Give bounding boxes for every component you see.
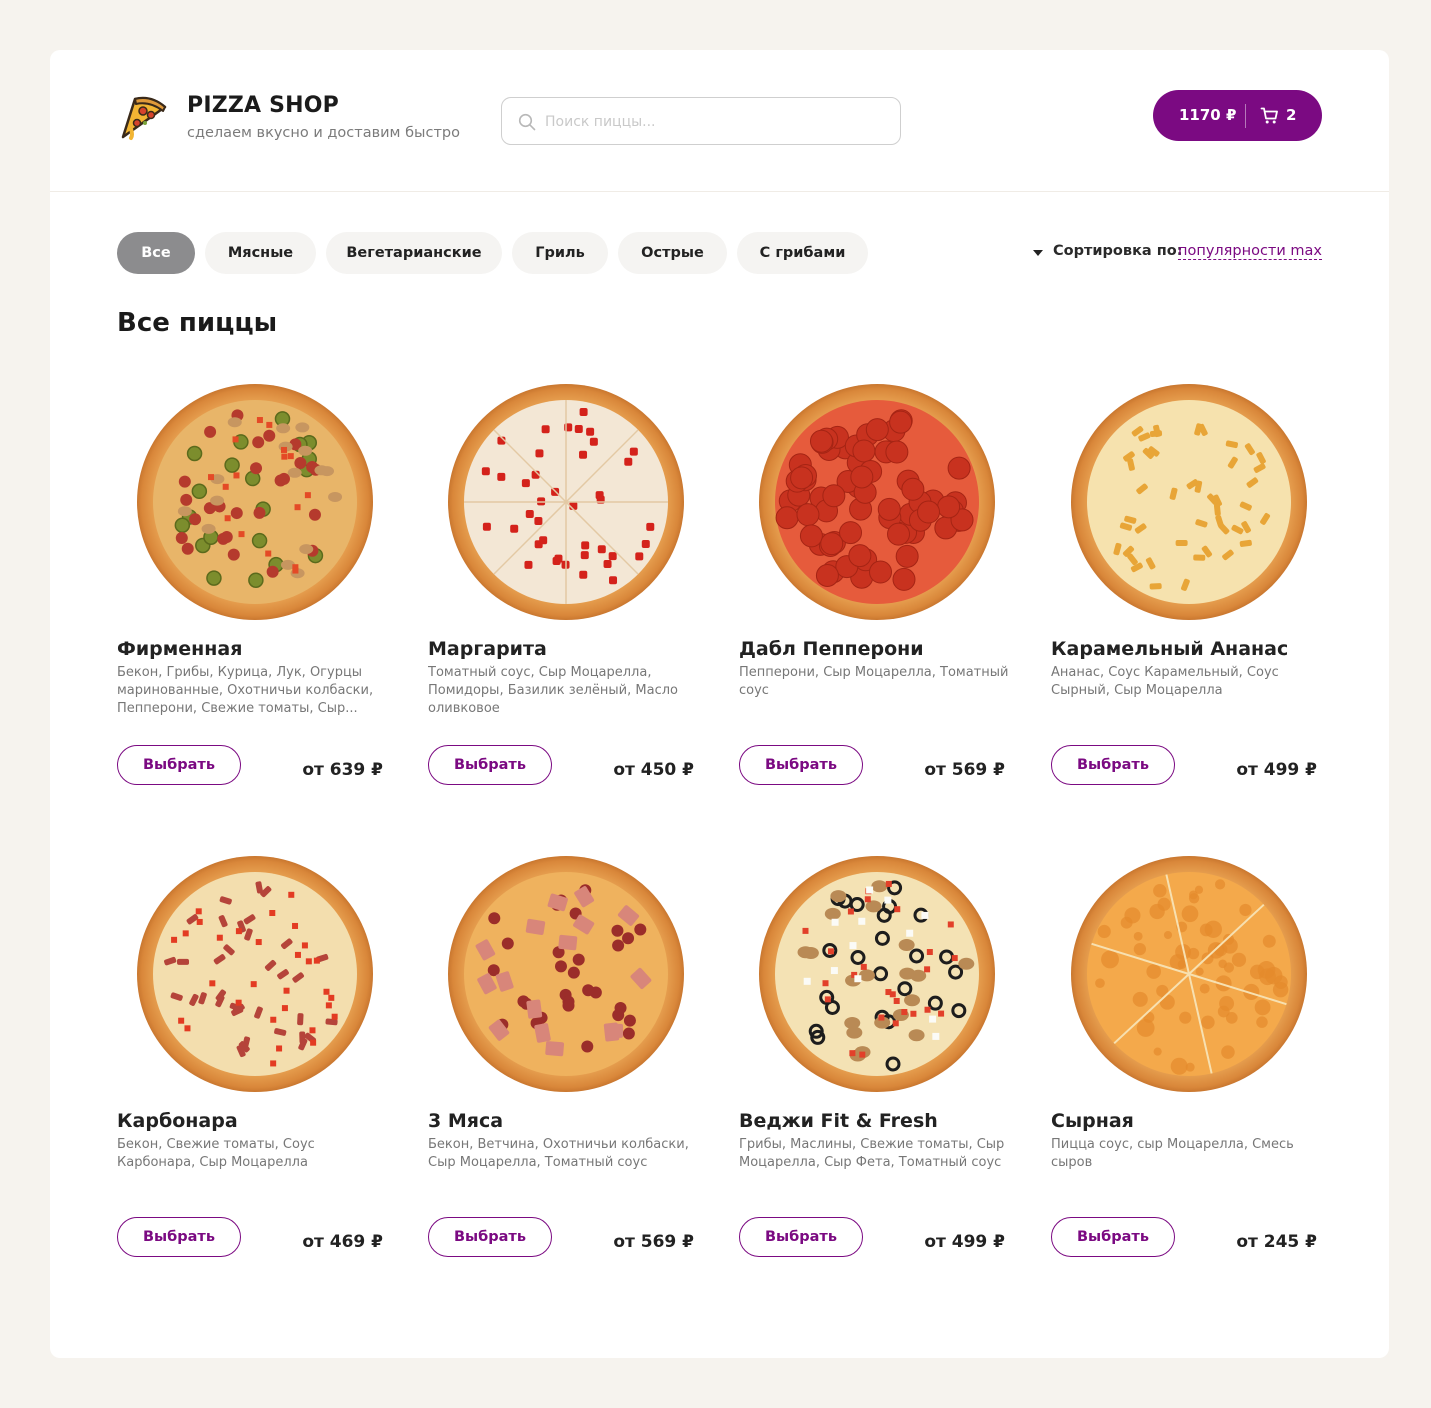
cart-button[interactable]: 1170 ₽ 2 bbox=[1153, 90, 1322, 141]
pizza-price: от 569 ₽ bbox=[924, 760, 1005, 780]
category-mushrooms[interactable]: С грибами bbox=[737, 232, 868, 274]
pizza-description: Бекон, Ветчина, Охотничьи колбаски, Сыр … bbox=[428, 1137, 689, 1170]
pizza-price: от 450 ₽ bbox=[613, 760, 694, 780]
select-pizza-button[interactable]: Выбрать bbox=[117, 745, 241, 785]
pizza-name: Карамельный Ананас bbox=[1051, 638, 1289, 660]
pizza-price: от 245 ₽ bbox=[1236, 1232, 1317, 1252]
pizza-description: Пицца соус, сыр Моцарелла, Смесь сыров bbox=[1051, 1137, 1294, 1170]
category-meat[interactable]: Мясные bbox=[205, 232, 316, 274]
pizza-image bbox=[448, 856, 684, 1092]
header: PIZZA SHOP сделаем вкусно и доставим быс… bbox=[50, 50, 1389, 192]
pizza-description: Пепперони, Сыр Моцарелла, Томатный соус bbox=[739, 665, 1009, 698]
pizza-description: Грибы, Маслины, Свежие томаты, Сыр Моцар… bbox=[739, 1137, 1005, 1170]
category-vegetarian[interactable]: Вегетарианские bbox=[326, 232, 502, 274]
cart-icon bbox=[1260, 107, 1278, 124]
select-pizza-button[interactable]: Выбрать bbox=[1051, 1217, 1175, 1257]
pizza-card: Дабл Пепперони Пепперони, Сыр Моцарелла, … bbox=[739, 380, 1009, 805]
select-pizza-button[interactable]: Выбрать bbox=[739, 745, 863, 785]
brand-title: PIZZA SHOP bbox=[187, 93, 339, 118]
section-title: Все пиццы bbox=[117, 308, 278, 338]
pizza-card: Маргарита Томатный соус, Сыр Моцарелла, П… bbox=[428, 380, 698, 805]
cart-total: 1170 ₽ bbox=[1179, 106, 1237, 124]
caret-down-icon bbox=[1033, 250, 1043, 256]
pizza-name: Веджи Fit & Fresh bbox=[739, 1110, 938, 1132]
pizza-price: от 639 ₽ bbox=[302, 760, 383, 780]
pizza-price: от 469 ₽ bbox=[302, 1232, 383, 1252]
pizza-card: Сырная Пицца соус, сыр Моцарелла, Смесь с… bbox=[1051, 852, 1321, 1277]
category-all[interactable]: Все bbox=[117, 232, 195, 274]
pizza-name: Карбонара bbox=[117, 1110, 238, 1132]
pizza-image bbox=[759, 856, 995, 1092]
pizza-description: Бекон, Свежие томаты, Соус Карбонара, Сы… bbox=[117, 1137, 315, 1170]
pizza-price: от 499 ₽ bbox=[1236, 760, 1317, 780]
pizza-image bbox=[137, 384, 373, 620]
pizza-card: Карбонара Бекон, Свежие томаты, Соус Карб… bbox=[117, 852, 387, 1277]
pizza-description: Ананас, Соус Карамельный, Соус Сырный, С… bbox=[1051, 665, 1279, 698]
pizza-description: Томатный соус, Сыр Моцарелла, Помидоры, … bbox=[428, 665, 678, 716]
pizza-card: Карамельный Ананас Ананас, Соус Карамельн… bbox=[1051, 380, 1321, 805]
pizza-image bbox=[137, 856, 373, 1092]
select-pizza-button[interactable]: Выбрать bbox=[428, 745, 552, 785]
pizza-description: Бекон, Грибы, Курица, Лук, Огурцы марино… bbox=[117, 665, 374, 716]
brand-subtitle: сделаем вкусно и доставим быстро bbox=[187, 125, 460, 141]
pizza-card: 3 Мяса Бекон, Ветчина, Охотничьи колбаски… bbox=[428, 852, 698, 1277]
pizza-image bbox=[1071, 384, 1307, 620]
pizza-card: Фирменная Бекон, Грибы, Курица, Лук, Огур… bbox=[117, 380, 387, 805]
pizza-card: Веджи Fit & Fresh Грибы, Маслины, Свежие … bbox=[739, 852, 1009, 1277]
select-pizza-button[interactable]: Выбрать bbox=[1051, 745, 1175, 785]
category-grill[interactable]: Гриль bbox=[512, 232, 608, 274]
select-pizza-button[interactable]: Выбрать bbox=[117, 1217, 241, 1257]
pizza-name: Фирменная bbox=[117, 638, 243, 660]
cart-divider bbox=[1245, 104, 1246, 128]
category-spicy[interactable]: Острые bbox=[618, 232, 727, 274]
pizza-image bbox=[1071, 856, 1307, 1092]
sort-control: Сортировка по: популярности max bbox=[1033, 243, 1323, 265]
main-card: PIZZA SHOP сделаем вкусно и доставим быс… bbox=[50, 50, 1389, 1358]
pizza-name: Маргарита bbox=[428, 638, 547, 660]
search-icon bbox=[518, 113, 536, 131]
pizza-name: Сырная bbox=[1051, 1110, 1134, 1132]
select-pizza-button[interactable]: Выбрать bbox=[739, 1217, 863, 1257]
pizza-price: от 569 ₽ bbox=[613, 1232, 694, 1252]
pizza-price: от 499 ₽ bbox=[924, 1232, 1005, 1252]
search-box[interactable] bbox=[501, 97, 901, 145]
pizza-slice-icon bbox=[121, 96, 167, 140]
pizza-name: Дабл Пепперони bbox=[739, 638, 924, 660]
cart-count: 2 bbox=[1286, 106, 1297, 124]
pizza-name: 3 Мяса bbox=[428, 1110, 504, 1132]
sort-label: Сортировка по: bbox=[1053, 243, 1183, 259]
pizza-image bbox=[759, 384, 995, 620]
sort-value-link[interactable]: популярности max bbox=[1177, 243, 1322, 260]
pizza-image bbox=[448, 384, 684, 620]
select-pizza-button[interactable]: Выбрать bbox=[428, 1217, 552, 1257]
search-input[interactable] bbox=[545, 108, 885, 136]
